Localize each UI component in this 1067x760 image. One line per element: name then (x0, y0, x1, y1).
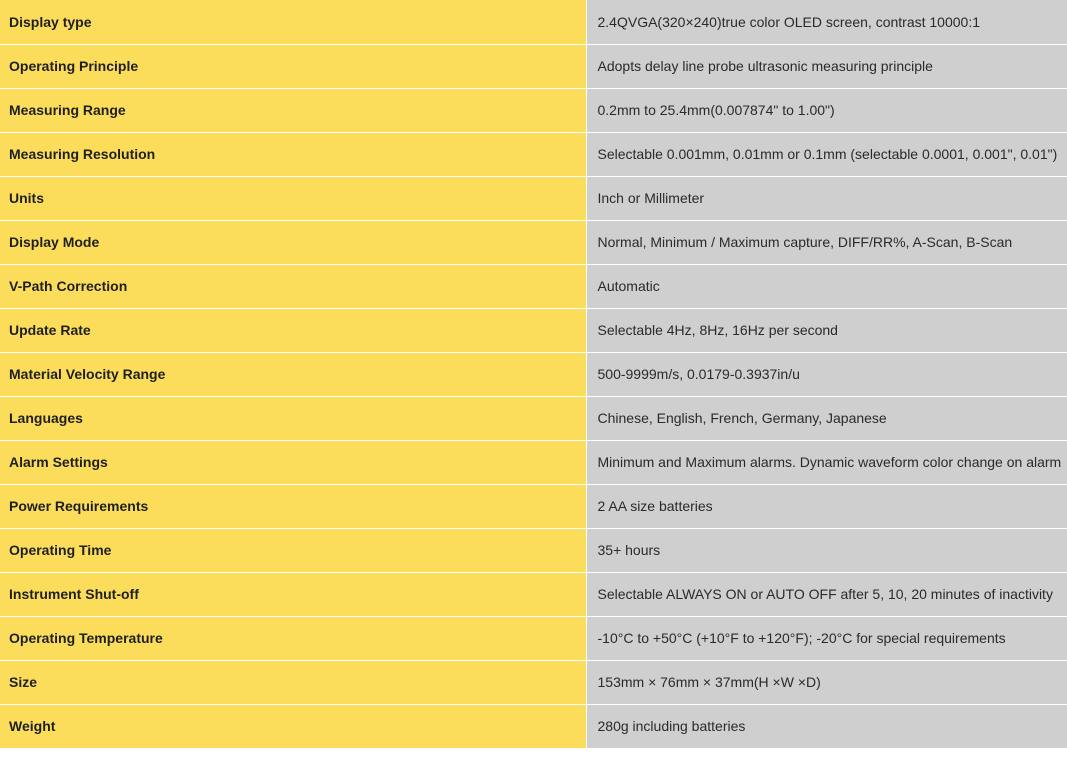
spec-value: Automatic (585, 264, 1067, 309)
spec-value: 280g including batteries (585, 704, 1067, 748)
spec-row-v-path-correction: V-Path Correction Automatic (0, 264, 1067, 309)
spec-label: Instrument Shut-off (0, 572, 586, 617)
spec-label: Languages (0, 396, 586, 441)
spec-row-languages: Languages Chinese, English, French, Germ… (0, 396, 1067, 441)
spec-row-units: Units Inch or Millimeter (0, 176, 1067, 221)
spec-value: Minimum and Maximum alarms. Dynamic wave… (585, 440, 1067, 485)
spec-row-size: Size 153mm × 76mm × 37mm(H ×W ×D) (0, 660, 1067, 705)
spec-label: Operating Time (0, 528, 586, 573)
spec-row-operating-time: Operating Time 35+ hours (0, 528, 1067, 573)
spec-label: V-Path Correction (0, 264, 586, 309)
spec-row-display-mode: Display Mode Normal, Minimum / Maximum c… (0, 220, 1067, 265)
spec-row-display-type: Display type 2.4QVGA(320×240)true color … (0, 0, 1067, 45)
spec-value: 500-9999m/s, 0.0179-0.3937in/u (585, 352, 1067, 397)
spec-row-weight: Weight 280g including batteries (0, 704, 1067, 748)
spec-row-alarm-settings: Alarm Settings Minimum and Maximum alarm… (0, 440, 1067, 485)
spec-value: Normal, Minimum / Maximum capture, DIFF/… (585, 220, 1067, 265)
spec-label: Alarm Settings (0, 440, 586, 485)
spec-label: Measuring Range (0, 88, 586, 133)
spec-row-operating-principle: Operating Principle Adopts delay line pr… (0, 44, 1067, 89)
spec-value: 2 AA size batteries (585, 484, 1067, 529)
spec-label: Material Velocity Range (0, 352, 586, 397)
spec-label: Operating Temperature (0, 616, 586, 661)
spec-row-instrument-shut-off: Instrument Shut-off Selectable ALWAYS ON… (0, 572, 1067, 617)
spec-label: Display type (0, 0, 586, 45)
spec-value: 153mm × 76mm × 37mm(H ×W ×D) (585, 660, 1067, 705)
spec-label: Measuring Resolution (0, 132, 586, 177)
spec-row-measuring-resolution: Measuring Resolution Selectable 0.001mm,… (0, 132, 1067, 177)
spec-row-measuring-range: Measuring Range 0.2mm to 25.4mm(0.007874… (0, 88, 1067, 133)
spec-label: Operating Principle (0, 44, 586, 89)
spec-value: Selectable 0.001mm, 0.01mm or 0.1mm (sel… (585, 132, 1067, 177)
spec-value: Inch or Millimeter (585, 176, 1067, 221)
spec-value: Chinese, English, French, Germany, Japan… (585, 396, 1067, 441)
spec-value: 35+ hours (585, 528, 1067, 573)
spec-row-operating-temperature: Operating Temperature -10°C to +50°C (+1… (0, 616, 1067, 661)
spec-value: Adopts delay line probe ultrasonic measu… (585, 44, 1067, 89)
spec-value: Selectable ALWAYS ON or AUTO OFF after 5… (585, 572, 1067, 617)
spec-label: Units (0, 176, 586, 221)
spec-label: Size (0, 660, 586, 705)
spec-value: Selectable 4Hz, 8Hz, 16Hz per second (585, 308, 1067, 353)
specifications-table: Display type 2.4QVGA(320×240)true color … (0, 0, 1067, 748)
spec-label: Update Rate (0, 308, 586, 353)
spec-row-update-rate: Update Rate Selectable 4Hz, 8Hz, 16Hz pe… (0, 308, 1067, 353)
spec-value: 0.2mm to 25.4mm(0.007874" to 1.00") (585, 88, 1067, 133)
spec-value: -10°C to +50°C (+10°F to +120°F); -20°C … (585, 616, 1067, 661)
spec-row-power-requirements: Power Requirements 2 AA size batteries (0, 484, 1067, 529)
spec-label: Display Mode (0, 220, 586, 265)
spec-value: 2.4QVGA(320×240)true color OLED screen, … (585, 0, 1067, 45)
spec-label: Power Requirements (0, 484, 586, 529)
spec-label: Weight (0, 704, 586, 748)
spec-row-material-velocity-range: Material Velocity Range 500-9999m/s, 0.0… (0, 352, 1067, 397)
